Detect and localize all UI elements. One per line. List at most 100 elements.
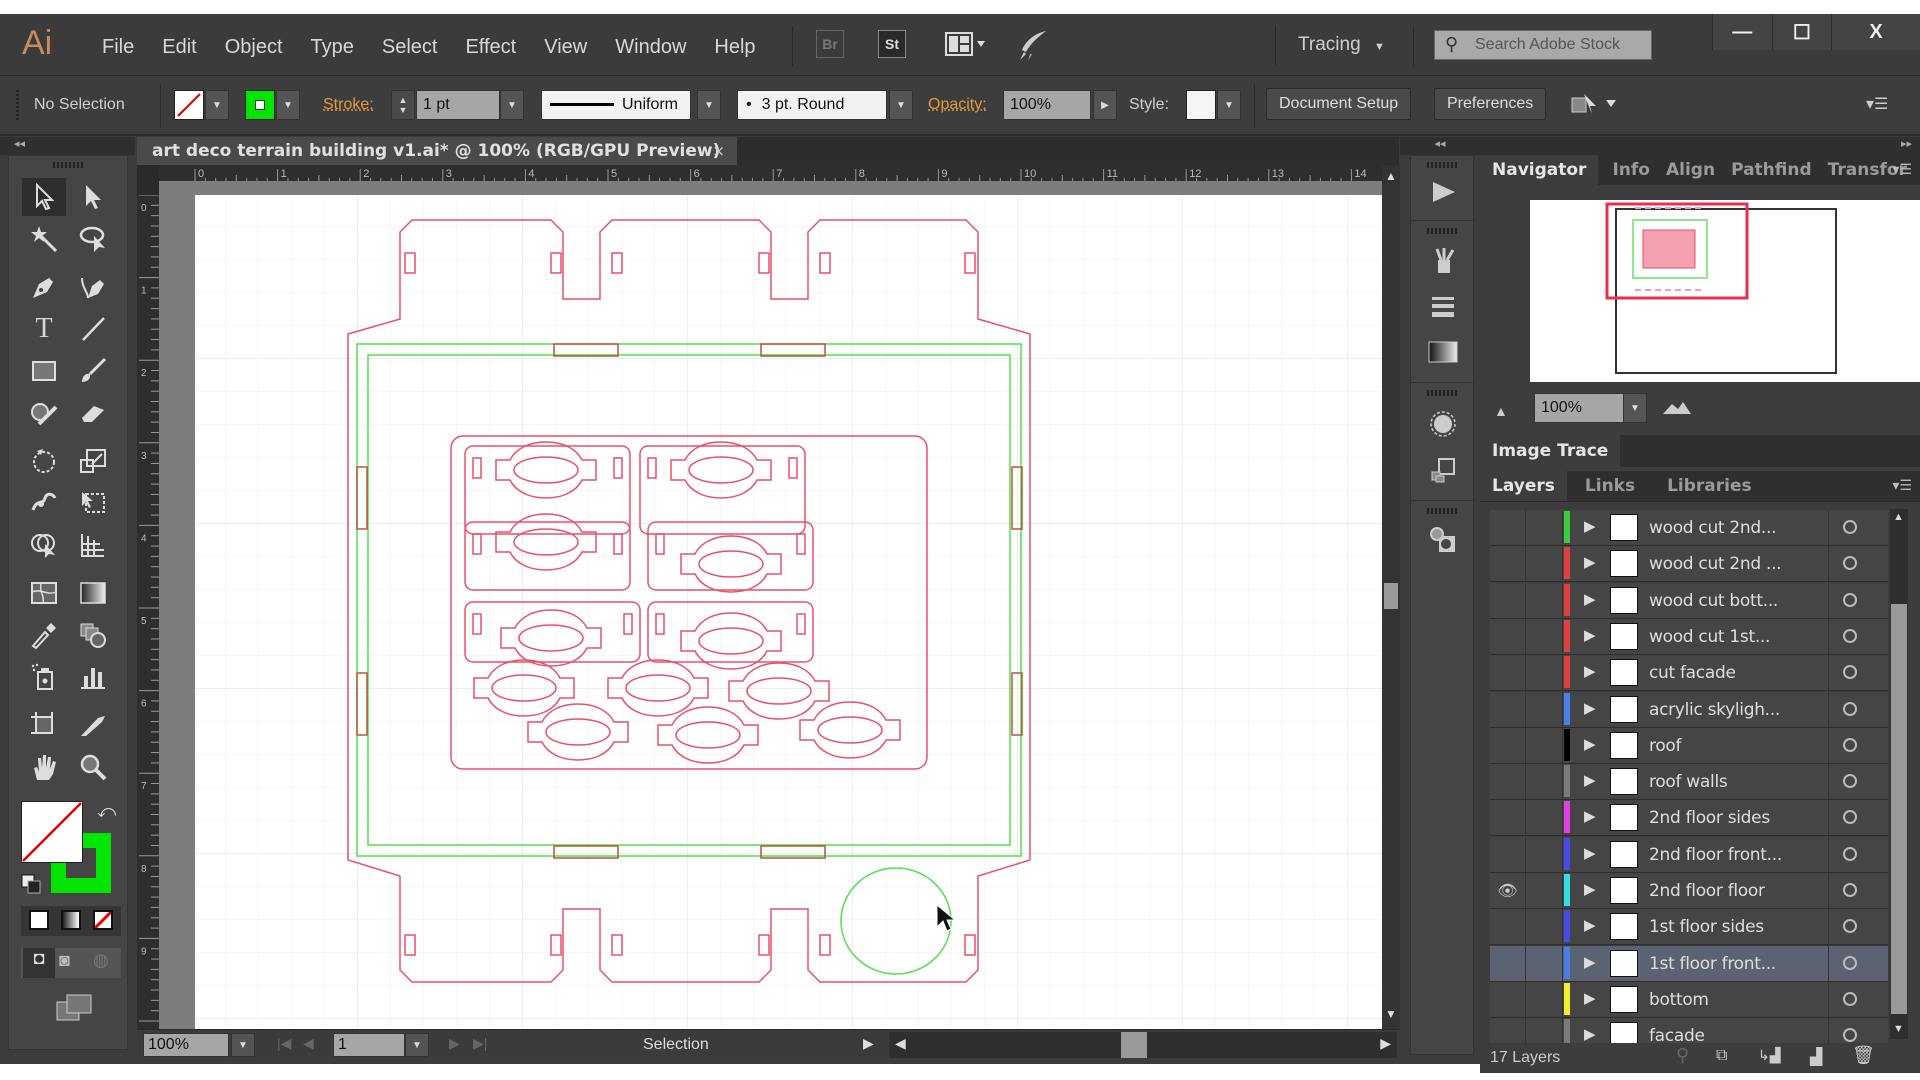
toolbar-collapse[interactable]: ◂◂: [0, 137, 135, 155]
scroll-right-icon[interactable]: ▶: [1380, 1035, 1391, 1052]
delete-layer-icon[interactable]: 🗑: [1852, 1045, 1875, 1066]
panel-menu-icon[interactable]: ▾☰: [1892, 161, 1912, 178]
tab-info[interactable]: Info: [1604, 155, 1658, 185]
fill-swatch[interactable]: [174, 90, 204, 120]
stroke-weight-input[interactable]: 1 pt: [416, 90, 500, 120]
lock-toggle[interactable]: [1527, 764, 1563, 800]
hand-tool-icon[interactable]: [22, 748, 66, 786]
panel-menu-icon[interactable]: ▾☰: [1892, 477, 1912, 494]
artboard-dropdown[interactable]: ▼: [405, 1033, 429, 1057]
navigator-preview[interactable]: [1530, 200, 1920, 382]
visibility-toggle[interactable]: [1490, 836, 1526, 872]
layer-name[interactable]: bottom: [1649, 990, 1709, 1010]
menu-window[interactable]: Window: [601, 36, 700, 59]
preferences-button[interactable]: Preferences: [1434, 88, 1547, 120]
free-transform-tool-icon[interactable]: [71, 484, 115, 522]
target-icon[interactable]: [1828, 691, 1888, 727]
scrollbar-thumb[interactable]: [1384, 583, 1398, 609]
artboard-number-input[interactable]: 1: [333, 1033, 405, 1057]
expand-layer-icon[interactable]: ▶: [1584, 699, 1596, 717]
curvature-tool-icon[interactable]: [71, 268, 115, 306]
target-icon[interactable]: [1828, 764, 1888, 800]
close-document-icon[interactable]: ×: [712, 142, 725, 160]
previous-artboard-icon[interactable]: ◀: [303, 1035, 314, 1052]
zoom-dropdown[interactable]: ▼: [231, 1033, 255, 1057]
opacity-label[interactable]: Opacity:: [928, 96, 987, 114]
gpu-performance-icon[interactable]: [1016, 28, 1050, 62]
close-button[interactable]: X: [1831, 14, 1920, 50]
style-dropdown[interactable]: ▼: [1217, 90, 1241, 120]
grip-handle[interactable]: [53, 162, 85, 168]
expand-layer-icon[interactable]: ▶: [1584, 517, 1596, 535]
swap-fill-stroke-icon[interactable]: ⤺: [97, 801, 116, 822]
navigator-zoom-dropdown[interactable]: ▼: [1623, 393, 1647, 423]
zoom-out-icon[interactable]: ▲: [1494, 403, 1508, 419]
layer-name[interactable]: wood cut 1st...: [1649, 627, 1770, 647]
tab-pathfinder[interactable]: Pathfind: [1723, 155, 1820, 185]
visibility-toggle[interactable]: [1490, 945, 1526, 981]
grip-handle[interactable]: [1427, 508, 1459, 514]
line-tool-icon[interactable]: [71, 310, 115, 348]
tab-image-trace[interactable]: Image Trace: [1480, 435, 1621, 467]
make-clipping-mask-icon[interactable]: ⧉: [1716, 1047, 1727, 1065]
lock-toggle[interactable]: [1527, 510, 1563, 545]
expand-layer-icon[interactable]: ▶: [1584, 807, 1596, 825]
tab-navigator[interactable]: Navigator: [1480, 155, 1599, 185]
panel-menu-icon[interactable]: ▾☰: [1866, 94, 1888, 114]
locate-object-icon[interactable]: ⚲: [1676, 1045, 1689, 1066]
current-tool-status[interactable]: Selection: [643, 1036, 709, 1054]
symbol-sprayer-tool-icon[interactable]: [22, 658, 66, 696]
draw-normal-icon[interactable]: ◘: [23, 948, 55, 978]
grip-handle[interactable]: [16, 90, 19, 120]
type-tool-icon[interactable]: T: [22, 310, 66, 348]
first-artboard-icon[interactable]: |◀: [277, 1035, 291, 1052]
screen-mode-icon[interactable]: [55, 992, 95, 1024]
scroll-down-icon[interactable]: ▼: [1385, 1007, 1397, 1021]
layer-name[interactable]: cut facade: [1649, 663, 1736, 683]
artboard-tool-icon[interactable]: [22, 706, 66, 744]
status-menu-icon[interactable]: ▶: [863, 1035, 874, 1052]
draw-behind-icon[interactable]: ◙: [59, 950, 70, 971]
visibility-toggle[interactable]: [1490, 510, 1526, 545]
visibility-toggle[interactable]: [1490, 618, 1526, 654]
panel-collapse[interactable]: ▸▸: [1480, 137, 1920, 155]
layer-name[interactable]: 1st floor front...: [1649, 954, 1776, 974]
menu-help[interactable]: Help: [700, 36, 769, 59]
tab-layers[interactable]: Layers: [1480, 471, 1567, 501]
grip-handle[interactable]: [1427, 390, 1459, 396]
stroke-panel-icon[interactable]: [1425, 288, 1461, 324]
stroke-dropdown[interactable]: ▼: [276, 90, 300, 120]
layer-name[interactable]: wood cut 2nd ...: [1649, 554, 1782, 574]
menu-object[interactable]: Object: [211, 36, 297, 59]
layer-row[interactable]: ▶ 1st floor front...: [1490, 945, 1888, 982]
brushes-icon[interactable]: [1425, 242, 1461, 278]
column-graph-tool-icon[interactable]: [71, 658, 115, 696]
lock-toggle[interactable]: [1527, 691, 1563, 727]
stock-icon[interactable]: St: [878, 30, 906, 58]
menu-type[interactable]: Type: [297, 36, 368, 59]
layer-row[interactable]: ▶ acrylic skyligh...: [1490, 691, 1888, 728]
rotate-tool-icon[interactable]: [22, 442, 66, 480]
visibility-toggle[interactable]: [1490, 546, 1526, 582]
opacity-input[interactable]: 100%: [1003, 90, 1091, 120]
target-icon[interactable]: [1828, 618, 1888, 654]
layer-row[interactable]: ▶ cut facade: [1490, 655, 1888, 692]
visibility-toggle[interactable]: [1490, 691, 1526, 727]
target-icon[interactable]: [1828, 582, 1888, 618]
layer-row[interactable]: ▶ 2nd floor front...: [1490, 836, 1888, 873]
layer-name[interactable]: wood cut bott...: [1649, 591, 1778, 611]
layer-row[interactable]: ▶ wood cut 1st...: [1490, 618, 1888, 655]
menu-edit[interactable]: Edit: [148, 36, 210, 59]
layers-scrollbar[interactable]: ▲ ▼: [1890, 509, 1908, 1039]
target-icon[interactable]: [1828, 909, 1888, 945]
variable-width-profile[interactable]: Uniform: [541, 90, 691, 120]
vertical-ruler[interactable]: 012345678910: [137, 165, 159, 1040]
vertical-scrollbar[interactable]: ▲ ▼: [1382, 165, 1400, 1029]
lock-toggle[interactable]: [1527, 945, 1563, 981]
opacity-slider-button[interactable]: ▶: [1093, 90, 1117, 120]
lock-toggle[interactable]: [1527, 800, 1563, 836]
layer-name[interactable]: 2nd floor floor: [1649, 881, 1765, 901]
lasso-tool-icon[interactable]: [71, 220, 115, 258]
workspace-switcher[interactable]: Tracing ▼: [1298, 34, 1385, 56]
stroke-weight-dropdown[interactable]: ▼: [500, 90, 524, 120]
